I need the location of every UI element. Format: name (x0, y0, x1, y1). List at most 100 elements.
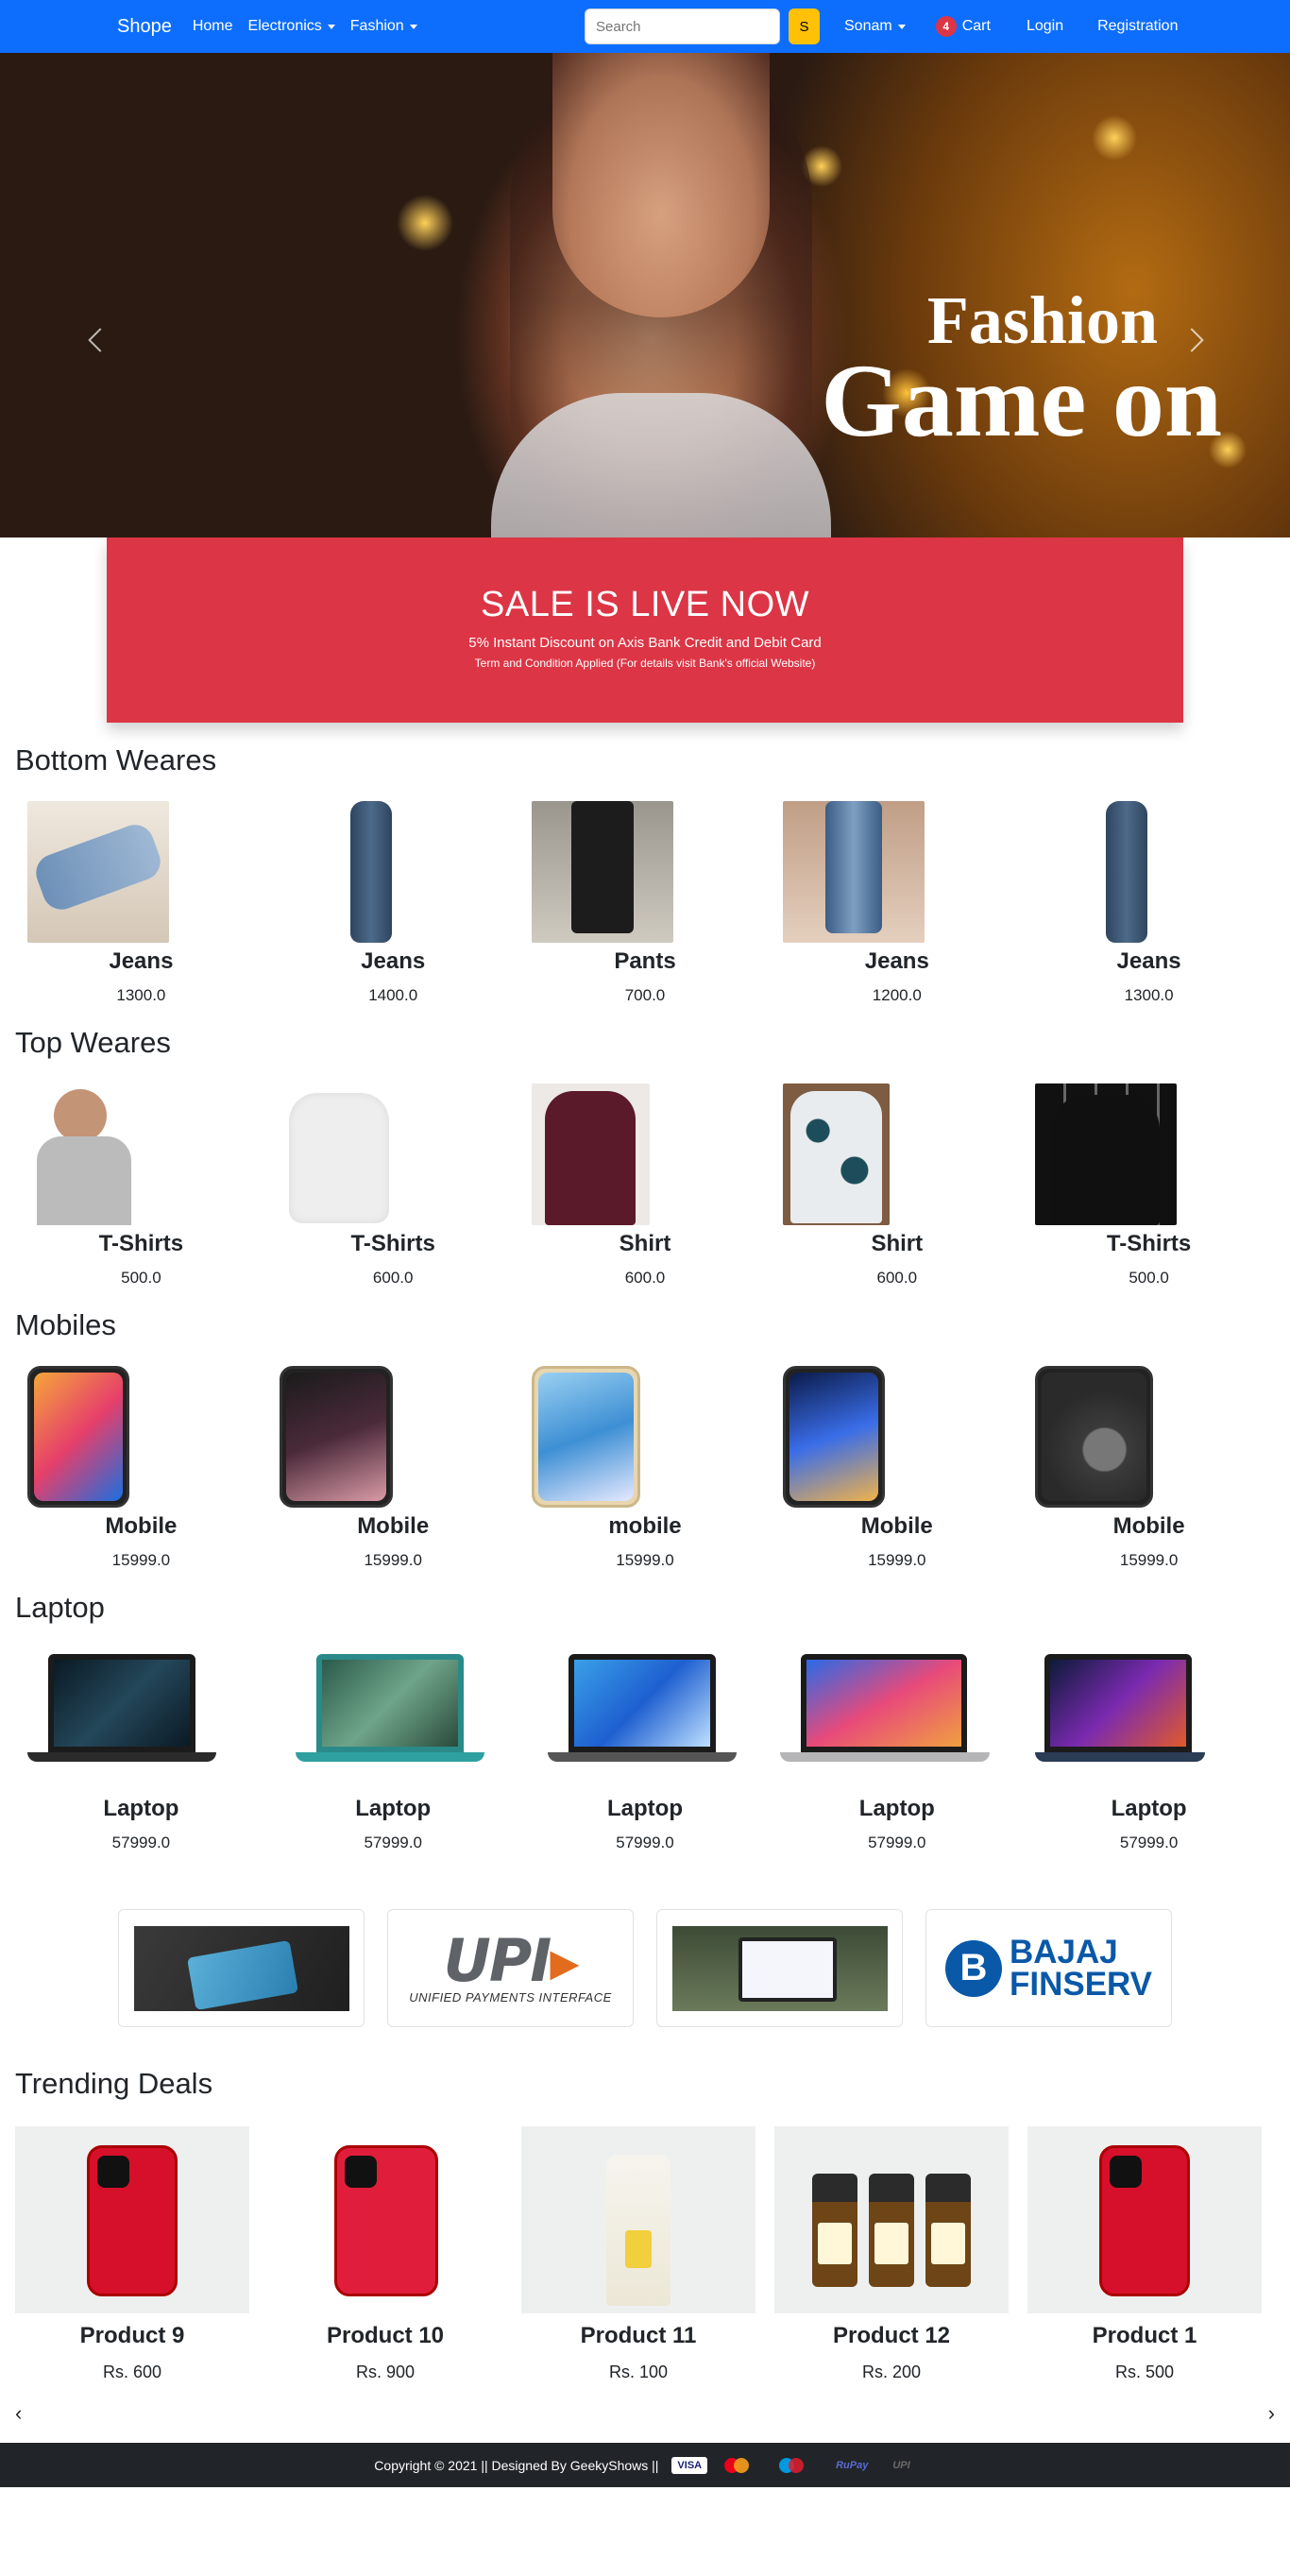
product-card[interactable]: Jeans 1300.0 (1023, 801, 1275, 1005)
product-card[interactable]: mobile 15999.0 (519, 1366, 772, 1570)
product-price: 15999.0 (1119, 1551, 1179, 1569)
product-image[interactable] (783, 1366, 886, 1508)
product-image[interactable] (27, 801, 169, 943)
product-image[interactable] (15, 2126, 249, 2313)
product-name: Shirt (619, 1231, 671, 1256)
payment-options: UPI▸ UNIFIED PAYMENTS INTERFACE B BAJAJ F… (0, 1909, 1290, 2027)
product-image[interactable] (547, 1648, 737, 1790)
product-card[interactable]: Mobile 15999.0 (1023, 1366, 1275, 1570)
product-card[interactable]: Mobile 15999.0 (15, 1366, 267, 1570)
product-price: 57999.0 (868, 1834, 926, 1851)
trending-card[interactable]: Product 11 Rs. 100 (521, 2126, 755, 2382)
product-card[interactable]: Laptop 57999.0 (1023, 1648, 1275, 1852)
footer: Copyright © 2021 || Designed By GeekySho… (0, 2443, 1290, 2487)
product-name: Mobile (1112, 1513, 1185, 1539)
product-image[interactable] (268, 2126, 502, 2313)
product-price: 1300.0 (116, 986, 166, 1004)
payment-card-option[interactable] (118, 1909, 365, 2027)
sale-line1: 5% Instant Discount on Axis Bank Credit … (468, 635, 822, 651)
product-image[interactable] (521, 2126, 755, 2313)
product-name: Jeans (109, 948, 174, 974)
payment-bajaj-option[interactable]: B BAJAJ FINSERV (925, 1909, 1172, 2027)
nav-home[interactable]: Home (193, 18, 233, 35)
nav-fashion-dropdown[interactable]: Fashion (350, 18, 417, 35)
payment-netbanking-option[interactable] (656, 1909, 903, 2027)
product-card[interactable]: T-Shirts 600.0 (267, 1083, 519, 1288)
product-image[interactable] (531, 1083, 650, 1225)
hero-image-face (552, 53, 770, 317)
trending-prev-icon[interactable]: ‹ (15, 2401, 22, 2426)
product-name: Jeans (864, 948, 929, 974)
product-price: 15999.0 (616, 1551, 674, 1569)
mastercard-icon (721, 2457, 762, 2474)
brand-logo[interactable]: Shope (117, 16, 172, 38)
section-bottom-weares: Bottom Weares Jeans 1300.0 Jeans 1400.0 Pa… (0, 743, 1290, 1005)
trending-card[interactable]: Product 10 Rs. 900 (268, 2126, 502, 2382)
product-name: Laptop (355, 1796, 432, 1821)
product-price: Rs. 600 (102, 2363, 162, 2381)
product-image[interactable] (1027, 2126, 1262, 2313)
product-card[interactable]: Mobile 15999.0 (267, 1366, 519, 1570)
product-image[interactable] (1035, 1648, 1206, 1790)
product-card[interactable]: Jeans 1400.0 (267, 801, 519, 1005)
payment-upi-option[interactable]: UPI▸ UNIFIED PAYMENTS INTERFACE (387, 1909, 634, 2027)
registration-link[interactable]: Registration (1097, 18, 1178, 35)
bajaj-line2: FINSERV (1009, 1965, 1153, 2003)
product-card[interactable]: Jeans 1200.0 (771, 801, 1023, 1005)
caret-down-icon (409, 24, 417, 29)
trending-card[interactable]: Product 9 Rs. 600 (15, 2126, 249, 2382)
product-card[interactable]: Laptop 57999.0 (15, 1648, 267, 1852)
product-image[interactable] (531, 801, 673, 943)
product-image[interactable] (531, 1366, 640, 1508)
search-input[interactable] (585, 9, 780, 44)
product-card[interactable]: Jeans 1300.0 (15, 801, 267, 1005)
product-name: Product 10 (326, 2323, 445, 2348)
product-name: T-Shirts (1106, 1231, 1192, 1256)
nav-fashion-label: Fashion (349, 18, 404, 34)
login-link[interactable]: Login (1027, 18, 1063, 35)
product-card[interactable]: Shirt 600.0 (519, 1083, 772, 1288)
trending-next-icon[interactable]: › (1268, 2401, 1275, 2426)
product-card[interactable]: T-Shirts 500.0 (15, 1083, 267, 1288)
product-image[interactable] (783, 1083, 891, 1225)
nav-electronics-label: Electronics (247, 18, 322, 34)
product-card[interactable]: Shirt 600.0 (771, 1083, 1023, 1288)
product-price: 1300.0 (1124, 986, 1174, 1004)
product-image[interactable] (27, 1083, 141, 1225)
section-top-weares: Top Weares T-Shirts 500.0 T-Shirts 600.0 S… (0, 1026, 1290, 1288)
product-card[interactable]: T-Shirts 500.0 (1023, 1083, 1275, 1288)
product-price: 700.0 (624, 986, 666, 1004)
product-image[interactable] (1035, 1083, 1178, 1225)
cart-link[interactable]: 4 Cart (935, 16, 991, 37)
product-image[interactable] (780, 1648, 991, 1790)
user-dropdown[interactable]: Sonam (844, 18, 906, 35)
online-banking-image (671, 1925, 888, 2011)
product-card[interactable]: Pants 700.0 (519, 801, 772, 1005)
product-price: 1200.0 (872, 986, 922, 1004)
product-card[interactable]: Laptop 57999.0 (267, 1648, 519, 1852)
product-image[interactable] (332, 801, 409, 943)
product-image[interactable] (279, 1083, 399, 1225)
product-image[interactable] (27, 1366, 129, 1508)
search-button[interactable]: S (789, 9, 820, 44)
product-image[interactable] (1035, 1366, 1154, 1508)
product-card[interactable]: Laptop 57999.0 (771, 1648, 1023, 1852)
product-image[interactable] (774, 2126, 1009, 2313)
product-name: Product 12 (832, 2323, 951, 2348)
product-image[interactable] (295, 1648, 484, 1790)
product-card[interactable]: Laptop 57999.0 (519, 1648, 772, 1852)
product-name: Product 9 (79, 2323, 185, 2348)
trending-card[interactable]: Product 12 Rs. 200 (774, 2126, 1009, 2382)
product-image[interactable] (279, 1366, 393, 1508)
visa-icon: VISA (671, 2456, 708, 2474)
product-image[interactable] (27, 1648, 216, 1790)
trending-card[interactable]: Product 1 Rs. 500 (1027, 2126, 1262, 2382)
product-image[interactable] (1089, 801, 1165, 943)
carousel-prev-icon[interactable] (88, 328, 112, 352)
nav-electronics-dropdown[interactable]: Electronics (248, 18, 335, 35)
product-card[interactable]: Mobile 15999.0 (771, 1366, 1023, 1570)
product-image[interactable] (783, 801, 925, 943)
section-mobiles: Mobiles Mobile 15999.0 Mobile 15999.0 mobi… (0, 1308, 1290, 1570)
sale-title: SALE IS LIVE NOW (481, 585, 809, 624)
section-laptop: Laptop Laptop 57999.0 Laptop 57999.0 Lapto… (0, 1591, 1290, 1852)
